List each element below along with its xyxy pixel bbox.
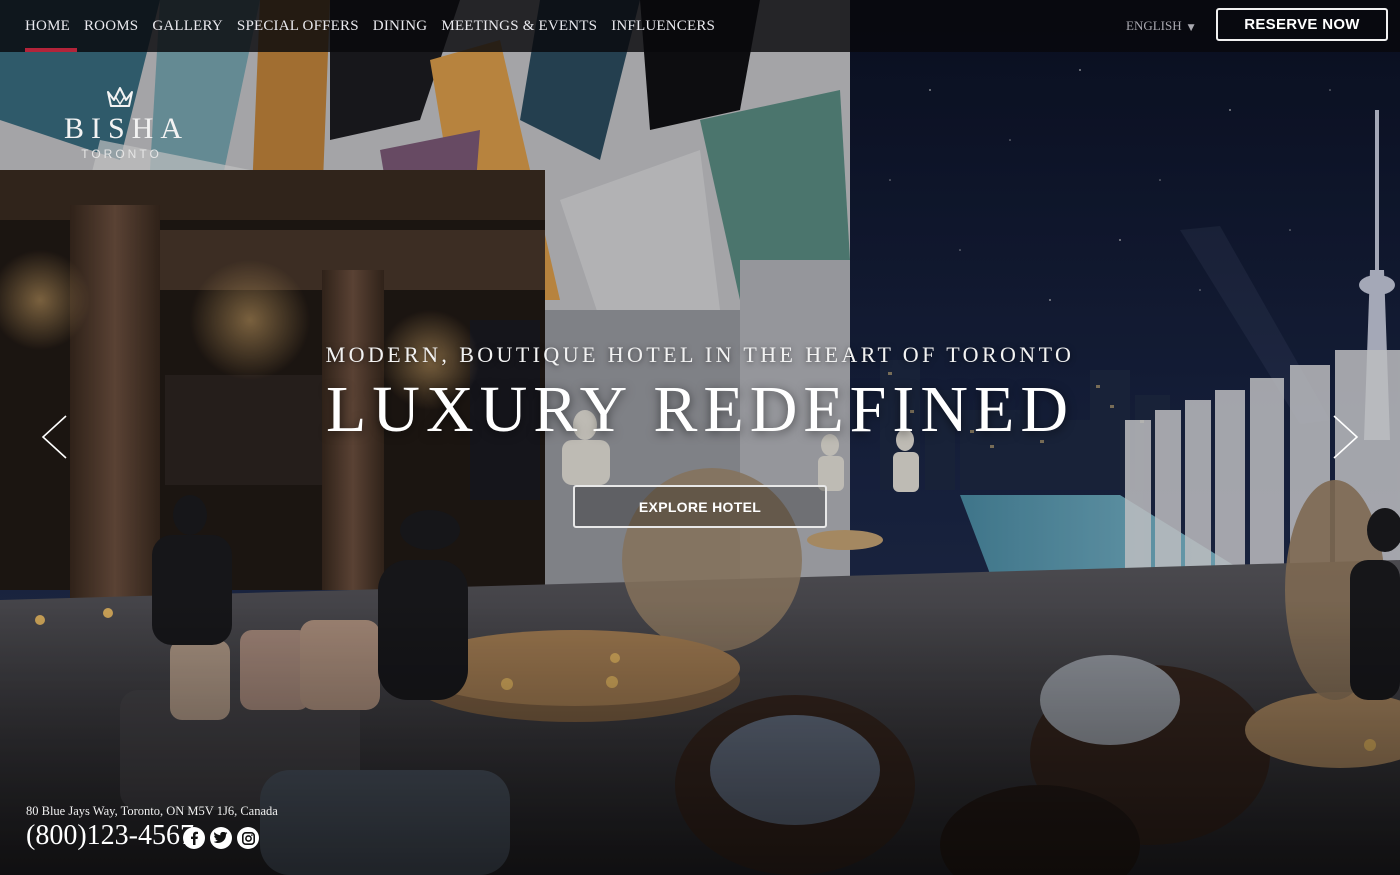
caret-down-icon: ▼: [1187, 23, 1195, 33]
nav-item-gallery[interactable]: GALLERY: [145, 0, 230, 52]
nav-item-special-offers[interactable]: SPECIAL OFFERS: [230, 0, 366, 52]
hotel-phone[interactable]: (800)123-4567: [26, 820, 194, 852]
explore-hotel-button[interactable]: EXPLORE HOTEL: [573, 485, 827, 528]
facebook-icon[interactable]: [183, 827, 205, 849]
nav-item-dining[interactable]: DINING: [366, 0, 435, 52]
language-label: ENGLISH: [1126, 18, 1182, 33]
instagram-icon[interactable]: [237, 827, 259, 849]
nav-item-home[interactable]: HOME: [18, 0, 77, 52]
nav-item-meetings-events[interactable]: MEETINGS & EVENTS: [434, 0, 604, 52]
language-selector[interactable]: ENGLISH ▼: [1126, 0, 1195, 52]
hero-tagline: MODERN, BOUTIQUE HOTEL IN THE HEART OF T…: [325, 342, 1075, 367]
hotel-logo[interactable]: BISHA TORONTO: [58, 86, 182, 161]
twitter-icon[interactable]: [210, 827, 232, 849]
logo-city-name: TORONTO: [81, 147, 162, 161]
hotel-address: 80 Blue Jays Way, Toronto, ON M5V 1J6, C…: [26, 804, 278, 818]
nav-item-influencers[interactable]: INFLUENCERS: [604, 0, 722, 52]
nav-item-rooms[interactable]: ROOMS: [77, 0, 145, 52]
hero-section: HOME ROOMS GALLERY SPECIAL OFFERS DINING…: [0, 0, 1400, 875]
logo-brand-name: BISHA: [64, 112, 190, 145]
hero-headline: LUXURY REDEFINED: [325, 373, 1075, 446]
top-nav-bar: HOME ROOMS GALLERY SPECIAL OFFERS DINING…: [0, 0, 1400, 52]
main-nav: HOME ROOMS GALLERY SPECIAL OFFERS DINING…: [18, 0, 722, 52]
crown-icon: [107, 87, 133, 107]
reserve-now-button[interactable]: RESERVE NOW: [1216, 8, 1388, 41]
